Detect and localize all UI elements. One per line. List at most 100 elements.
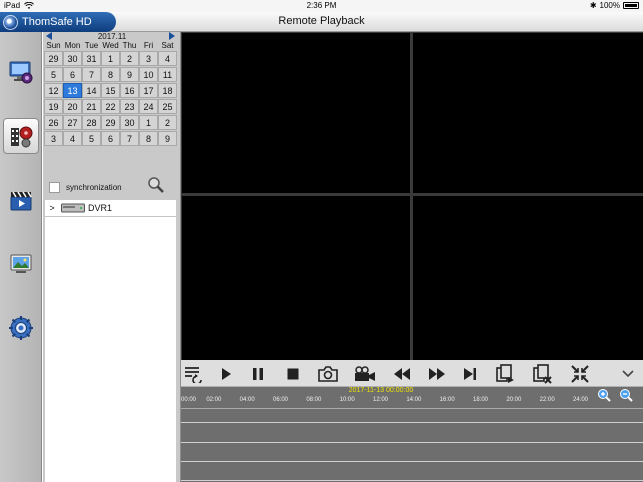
- calendar-day[interactable]: 2: [120, 51, 139, 66]
- play-icon: [222, 368, 231, 380]
- calendar-day[interactable]: 7: [120, 131, 139, 146]
- delete-clip-icon: [533, 364, 552, 384]
- calendar-day[interactable]: 8: [139, 131, 158, 146]
- zoom-out-icon[interactable]: [619, 388, 633, 402]
- calendar-day[interactable]: 15: [101, 83, 120, 98]
- sidebar-item-image-manager[interactable]: [3, 246, 39, 282]
- calendar-day[interactable]: 29: [101, 115, 120, 130]
- calendar-day[interactable]: 26: [44, 115, 63, 130]
- device-item[interactable]: > DVR1: [45, 200, 176, 217]
- calendar-day[interactable]: 10: [139, 67, 158, 82]
- calendar-day[interactable]: 4: [158, 51, 177, 66]
- calendar-day[interactable]: 21: [82, 99, 101, 114]
- calendar-day[interactable]: 18: [158, 83, 177, 98]
- timeline-hour-label: 02:00: [206, 397, 222, 403]
- stop-icon: [287, 368, 299, 380]
- calendar-weekday: Fri: [143, 41, 154, 50]
- delete-clip-button[interactable]: [531, 363, 553, 385]
- calendar-prev-icon[interactable]: [46, 32, 52, 40]
- sync-label: synchronization: [66, 182, 122, 192]
- calendar-next-icon[interactable]: [169, 32, 175, 40]
- playlist-icon: [185, 367, 202, 383]
- calendar-day[interactable]: 5: [82, 131, 101, 146]
- calendar-day[interactable]: 9: [158, 131, 177, 146]
- calendar-day[interactable]: 1: [139, 115, 158, 130]
- calendar-day[interactable]: 13: [63, 83, 82, 98]
- playback-toolbar: [181, 360, 643, 387]
- sidebar: [0, 32, 42, 482]
- timeline-track-divider: [181, 442, 643, 443]
- fast-forward-icon: [429, 368, 445, 380]
- calendar-day[interactable]: 25: [158, 99, 177, 114]
- sync-checkbox[interactable]: [49, 181, 60, 193]
- calendar-day[interactable]: 30: [63, 51, 82, 66]
- calendar-day[interactable]: 8: [101, 67, 120, 82]
- video-window-4[interactable]: [413, 196, 643, 360]
- calendar-day[interactable]: 11: [158, 67, 177, 82]
- step-forward-icon: [464, 368, 476, 380]
- more-button[interactable]: [617, 363, 639, 385]
- timeline-hour-label: 10:00: [339, 397, 355, 403]
- battery-icon: [623, 2, 639, 9]
- calendar-day[interactable]: 9: [120, 67, 139, 82]
- calendar-day[interactable]: 30: [120, 115, 139, 130]
- record-button[interactable]: [354, 363, 376, 385]
- title-bar: ThomSafe HD Remote Playback: [0, 12, 643, 32]
- calendar-day[interactable]: 23: [120, 99, 139, 114]
- calendar-weekday: Mon: [64, 41, 81, 50]
- fullscreen-button[interactable]: [569, 363, 591, 385]
- calendar-day[interactable]: 28: [82, 115, 101, 130]
- fullscreen-icon: [571, 365, 589, 383]
- sidebar-item-settings[interactable]: [3, 310, 39, 346]
- calendar-day[interactable]: 24: [139, 99, 158, 114]
- zoom-in-icon[interactable]: [597, 388, 611, 402]
- sidebar-item-local-playback[interactable]: [3, 182, 39, 218]
- play-button[interactable]: [215, 363, 237, 385]
- search-icon[interactable]: [147, 176, 165, 194]
- calendar-day[interactable]: 6: [101, 131, 120, 146]
- calendar-weekday: Tue: [84, 41, 99, 50]
- timeline-hour-label: 16:00: [439, 397, 455, 403]
- video-window-1[interactable]: [182, 33, 410, 193]
- gear-wheel-icon: [9, 316, 33, 340]
- calendar-day[interactable]: 29: [44, 51, 63, 66]
- calendar-grid: Sun Mon Tue Wed Thu Fri Sat 29 30 31 1 2 3 4 5 6 7 8 9 10 11…: [44, 41, 177, 147]
- chevron-down-icon: [622, 370, 634, 378]
- copy-clip-button[interactable]: [494, 363, 516, 385]
- status-time: 2:36 PM: [306, 1, 337, 10]
- sidebar-item-remote-playback[interactable]: [3, 118, 39, 154]
- snapshot-icon: [318, 366, 338, 382]
- calendar-day[interactable]: 6: [63, 67, 82, 82]
- battery-percent: 100%: [599, 1, 620, 10]
- video-window-2[interactable]: [413, 33, 643, 193]
- stop-button[interactable]: [282, 363, 304, 385]
- calendar-weekday: Thu: [122, 41, 137, 50]
- calendar-day[interactable]: 3: [139, 51, 158, 66]
- calendar-day[interactable]: 14: [82, 83, 101, 98]
- calendar-day[interactable]: 1: [101, 51, 120, 66]
- calendar-day[interactable]: 16: [120, 83, 139, 98]
- pause-button[interactable]: [247, 363, 269, 385]
- calendar-day[interactable]: 5: [44, 67, 63, 82]
- timeline[interactable]: 2017-11-13 00:00:00 00:00 02:00 04:00 06:00…: [181, 387, 643, 482]
- snapshot-button[interactable]: [317, 363, 339, 385]
- calendar-day[interactable]: 12: [44, 83, 63, 98]
- calendar-day[interactable]: 22: [101, 99, 120, 114]
- step-forward-button[interactable]: [459, 363, 481, 385]
- calendar-day[interactable]: 17: [139, 83, 158, 98]
- rewind-button[interactable]: [391, 363, 413, 385]
- calendar-day[interactable]: 4: [63, 131, 82, 146]
- calendar-day[interactable]: 3: [44, 131, 63, 146]
- chevron-right-icon[interactable]: >: [45, 203, 59, 213]
- fast-forward-button[interactable]: [426, 363, 448, 385]
- calendar-day[interactable]: 20: [63, 99, 82, 114]
- video-window-3[interactable]: [182, 196, 410, 360]
- sidebar-item-live-view[interactable]: [3, 54, 39, 90]
- playlist-button[interactable]: [183, 363, 205, 385]
- timeline-hour-label: 14:00: [406, 397, 422, 403]
- calendar-day[interactable]: 19: [44, 99, 63, 114]
- calendar-day[interactable]: 31: [82, 51, 101, 66]
- calendar-day[interactable]: 27: [63, 115, 82, 130]
- calendar-day[interactable]: 7: [82, 67, 101, 82]
- calendar-day[interactable]: 2: [158, 115, 177, 130]
